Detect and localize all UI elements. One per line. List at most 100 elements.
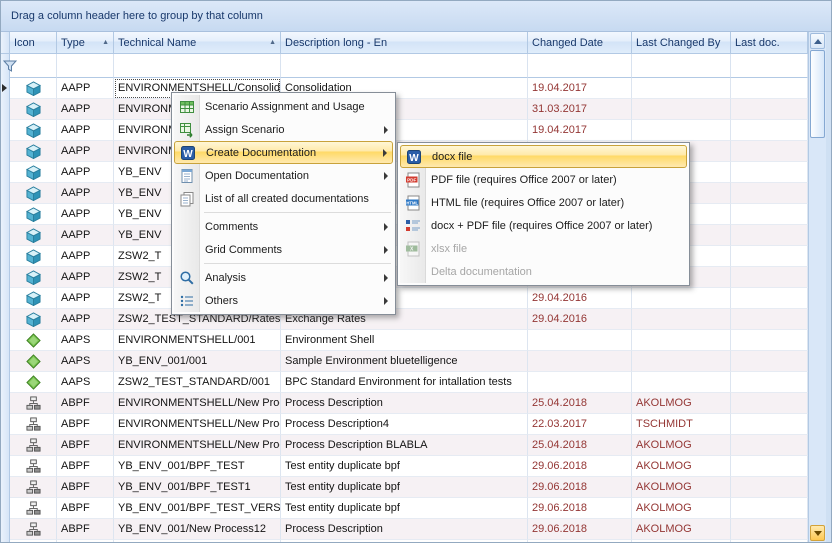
cell-name[interactable]: YB_ENV_001/New Process12 [114,519,281,540]
cell-icon[interactable] [10,372,57,393]
table-row[interactable]: ABPFYB_ENV_001/New Process12Process Desc… [1,519,808,540]
cell-type[interactable]: ABPF [57,498,114,519]
cell-by[interactable] [632,288,731,309]
column-header-type[interactable]: Type▲ [57,32,114,54]
scroll-up-button[interactable] [810,33,825,49]
cell-desc[interactable]: Test entity duplicate bpf [281,477,528,498]
cell-icon[interactable] [10,99,57,120]
filter-cell-description-long-en[interactable] [281,54,528,78]
cell-by[interactable] [632,540,731,542]
table-row[interactable]: ABPFENVIRONMENTSHELL/New Proc...Process … [1,393,808,414]
cell-by[interactable]: AKOLMOG [632,456,731,477]
menu-item-assign-scenario[interactable]: Assign Scenario [174,118,393,141]
cell-icon[interactable] [10,519,57,540]
cell-date[interactable] [528,372,632,393]
cell-doc[interactable] [731,246,808,267]
cell-icon[interactable] [10,351,57,372]
filter-cell-last-doc[interactable] [731,54,808,78]
column-header-changed-date[interactable]: Changed Date [528,32,632,54]
cell-doc[interactable] [731,435,808,456]
menu-item-open-documentation[interactable]: Open Documentation [174,164,393,187]
table-row[interactable]: AAPSYB_ENV_001/001Sample Environment blu… [1,351,808,372]
menu-item-list-of-all-created-documentations[interactable]: List of all created documentations [174,187,393,210]
cell-icon[interactable] [10,78,57,99]
cell-name[interactable]: ENVIRONMENTSHELL/New Proc... [114,414,281,435]
cell-desc[interactable]: Sample Environment bluetelligence [281,351,528,372]
menu-item-analysis[interactable]: Analysis [174,266,393,289]
cell-date[interactable]: 25.04.2018 [528,435,632,456]
cell-by[interactable] [632,120,731,141]
cell-icon[interactable] [10,225,57,246]
scroll-down-button[interactable] [810,525,825,541]
cell-date[interactable]: 19.04.2017 [528,120,632,141]
cell-icon[interactable] [10,393,57,414]
table-row[interactable]: AAPPENVIRONM19.04.2017 [1,120,808,141]
menu-item-scenario-assignment-and-usage[interactable]: Scenario Assignment and Usage [174,95,393,118]
cell-doc[interactable] [731,414,808,435]
table-row[interactable]: ABPFYB_ENV_001/BPF_TESTTest entity dupli… [1,456,808,477]
cell-doc[interactable] [731,351,808,372]
cell-doc[interactable] [731,330,808,351]
cell-doc[interactable] [731,477,808,498]
table-row[interactable]: ABPFYB_ENV_001/BPF_TEST_VERSIONTest enti… [1,498,808,519]
cell-icon[interactable] [10,183,57,204]
table-row[interactable]: ABPFENVIRONMENTSHELL/New Proc...Process … [1,414,808,435]
cell-date[interactable]: 29.06.2018 [528,456,632,477]
cell-doc[interactable] [731,183,808,204]
cell-desc[interactable]: Process Description [281,393,528,414]
cell-type[interactable]: AAPP [57,162,114,183]
filter-cell-type[interactable] [57,54,114,78]
column-header-icon[interactable]: Icon [10,32,57,54]
cell-desc[interactable]: Process Description [281,519,528,540]
cell-by[interactable]: AKOLMOG [632,519,731,540]
cell-doc[interactable] [731,372,808,393]
submenu-item-docx-file[interactable]: Wdocx file [400,145,687,168]
menu-item-grid-comments[interactable]: Grid Comments [174,238,393,261]
table-row[interactable]: ABPFENVIRONMENTSHELL/New Proc...Process … [1,435,808,456]
cell-date[interactable]: 22.03.2017 [528,414,632,435]
cell-doc[interactable] [731,309,808,330]
cell-desc[interactable]: Test entity duplicate bpf [281,498,528,519]
column-header-last-changed-by[interactable]: Last Changed By [632,32,731,54]
cell-date[interactable]: 25.04.2018 [528,393,632,414]
cell-doc[interactable] [731,540,808,542]
menu-item-others[interactable]: Others [174,289,393,312]
filter-cell-changed-date[interactable] [528,54,632,78]
cell-name[interactable]: ENVIRONMENTSHELL/New Proc... [114,435,281,456]
cell-type[interactable]: AAPP [57,204,114,225]
cell-date[interactable]: 31.03.2017 [528,99,632,120]
cell-name[interactable]: YB_ENV_001/001 [114,351,281,372]
cell-type[interactable]: AAPP [57,288,114,309]
cell-icon[interactable] [10,540,57,542]
cell-type[interactable]: AAPP [57,78,114,99]
cell-date[interactable]: 29.06.2018 [528,477,632,498]
cell-icon[interactable] [10,120,57,141]
cell-type[interactable]: ABPF [57,540,114,542]
table-row[interactable]: AAPPZSW2_TEST_STANDARD/RatesExchange Rat… [1,309,808,330]
cell-type[interactable]: AAPP [57,99,114,120]
submenu-item-docx-pdf-file-requires-office-2007-or-later[interactable]: docx + PDF file (requires Office 2007 or… [400,214,687,237]
cell-by[interactable]: AKOLMOG [632,435,731,456]
vertical-scrollbar[interactable] [808,32,826,542]
column-header-description-long-en[interactable]: Description long - En [281,32,528,54]
cell-name[interactable]: YB_ENV_001/BPF_TEST_VERSION [114,498,281,519]
cell-by[interactable] [632,309,731,330]
cell-name[interactable]: ZSW2_TEST_STANDARD/001 [114,372,281,393]
cell-type[interactable]: AAPP [57,120,114,141]
cell-date[interactable] [528,330,632,351]
cell-by[interactable] [632,351,731,372]
cell-type[interactable]: AAPP [57,141,114,162]
cell-icon[interactable] [10,414,57,435]
cell-icon[interactable] [10,309,57,330]
column-header-technical-name[interactable]: Technical Name▲ [114,32,281,54]
table-row[interactable]: ABPFYB_ENV_001/BPF_TEST1Test entity dupl… [1,477,808,498]
table-row[interactable]: AAPPENVIRONM31.03.2017 [1,99,808,120]
cell-icon[interactable] [10,477,57,498]
cell-date[interactable]: 29.06.2018 [528,498,632,519]
table-row[interactable]: ABPF [1,540,808,542]
cell-doc[interactable] [731,99,808,120]
cell-desc[interactable]: Test entity duplicate bpf [281,456,528,477]
submenu-item-pdf-file-requires-office-2007-or-later[interactable]: PDFPDF file (requires Office 2007 or lat… [400,168,687,191]
cell-type[interactable]: AAPS [57,351,114,372]
cell-doc[interactable] [731,204,808,225]
